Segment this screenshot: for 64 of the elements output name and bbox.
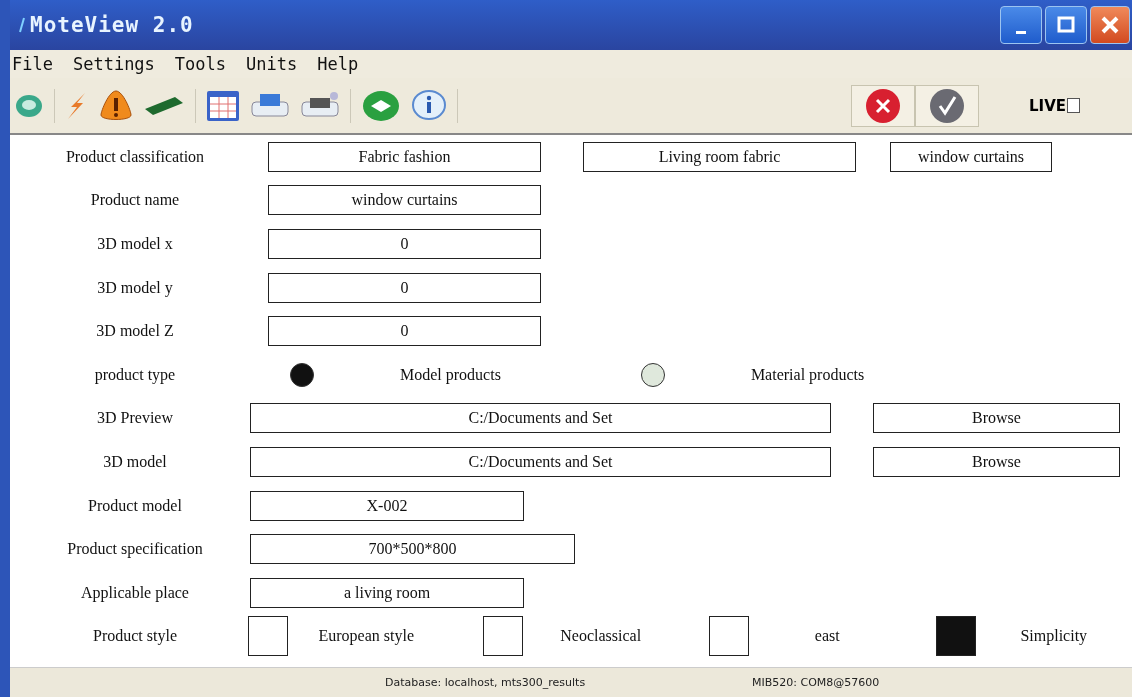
warning-icon[interactable] (99, 88, 133, 123)
field-label: Product specification (66, 540, 204, 559)
path-field[interactable]: C:/Documents and Set (250, 446, 831, 477)
checkbox[interactable] (709, 616, 749, 657)
checkbox[interactable] (248, 616, 288, 657)
input-field[interactable]: 0 (268, 272, 541, 303)
input-field[interactable]: window curtains (268, 185, 541, 216)
field-label: Product classification (64, 147, 206, 166)
field-label: 3D model Z (95, 322, 175, 341)
cancel-button[interactable] (851, 84, 915, 127)
radio-button[interactable] (640, 362, 665, 387)
browse-button[interactable]: Browse (873, 446, 1120, 477)
field-label: 3D model y (96, 278, 174, 297)
close-button[interactable] (1090, 6, 1130, 44)
circuit-board-icon[interactable] (143, 94, 185, 117)
refresh-icon[interactable] (361, 88, 401, 123)
input-field[interactable]: a living room (250, 577, 524, 608)
checkbox[interactable] (935, 616, 976, 657)
status-text: Database: localhost, mts300_results (385, 676, 586, 689)
input-field[interactable]: 0 (268, 316, 541, 347)
checkbox-label: European style (317, 627, 415, 646)
spreadsheet-icon[interactable] (206, 89, 240, 122)
field-label: Product name (89, 191, 181, 210)
menu-item[interactable]: Settings (72, 54, 155, 74)
field-label: Product model (87, 496, 183, 515)
maximize-button[interactable] (1045, 6, 1087, 44)
input-field[interactable]: window curtains (890, 141, 1052, 172)
field-label: 3D model x (96, 235, 174, 253)
field-label: 3D model (102, 452, 168, 471)
field-label: product type (93, 365, 177, 384)
field-label: 3D Preview (96, 409, 174, 428)
window-title: MoteView 2.0 (30, 13, 194, 37)
cancel-icon (865, 87, 901, 124)
minimize-icon (1016, 30, 1026, 34)
menu-item[interactable]: Help (317, 54, 359, 74)
input-field[interactable]: 700*500*800 (250, 534, 575, 565)
checkbox-label: Simplicity (1019, 627, 1089, 646)
radio-label: Material products (750, 365, 865, 384)
checkbox[interactable] (482, 616, 523, 657)
radio-button[interactable] (290, 362, 314, 387)
input-field[interactable]: Living room fabric (583, 141, 856, 172)
field-label: Product style (92, 627, 178, 646)
info-icon[interactable] (411, 88, 447, 123)
confirm-button[interactable] (915, 84, 979, 127)
menu-item[interactable]: Tools (174, 54, 227, 74)
check-icon (929, 87, 965, 124)
status-text: MIB520: COM8@57600 (752, 676, 880, 689)
menu-item[interactable]: File (12, 54, 53, 74)
field-label: Applicable place (80, 583, 190, 602)
path-field[interactable]: C:/Documents and Set (250, 403, 831, 434)
checkbox-label: east (813, 627, 841, 646)
radio-label: Model products (400, 365, 501, 384)
close-icon (1100, 15, 1120, 35)
input-field[interactable]: 0 (268, 229, 541, 259)
live-checkbox[interactable] (1067, 98, 1080, 113)
browse-button[interactable]: Browse (873, 403, 1120, 434)
maximize-icon (1056, 15, 1076, 35)
app-icon (18, 17, 26, 33)
checkbox-label: Neoclassical (559, 627, 643, 646)
live-label: LIVE (1029, 96, 1066, 115)
menu-item[interactable]: Units (246, 54, 298, 74)
input-field[interactable]: Fabric fashion (268, 141, 541, 172)
input-field[interactable]: X-002 (250, 490, 524, 521)
minimize-button[interactable] (1000, 6, 1042, 44)
